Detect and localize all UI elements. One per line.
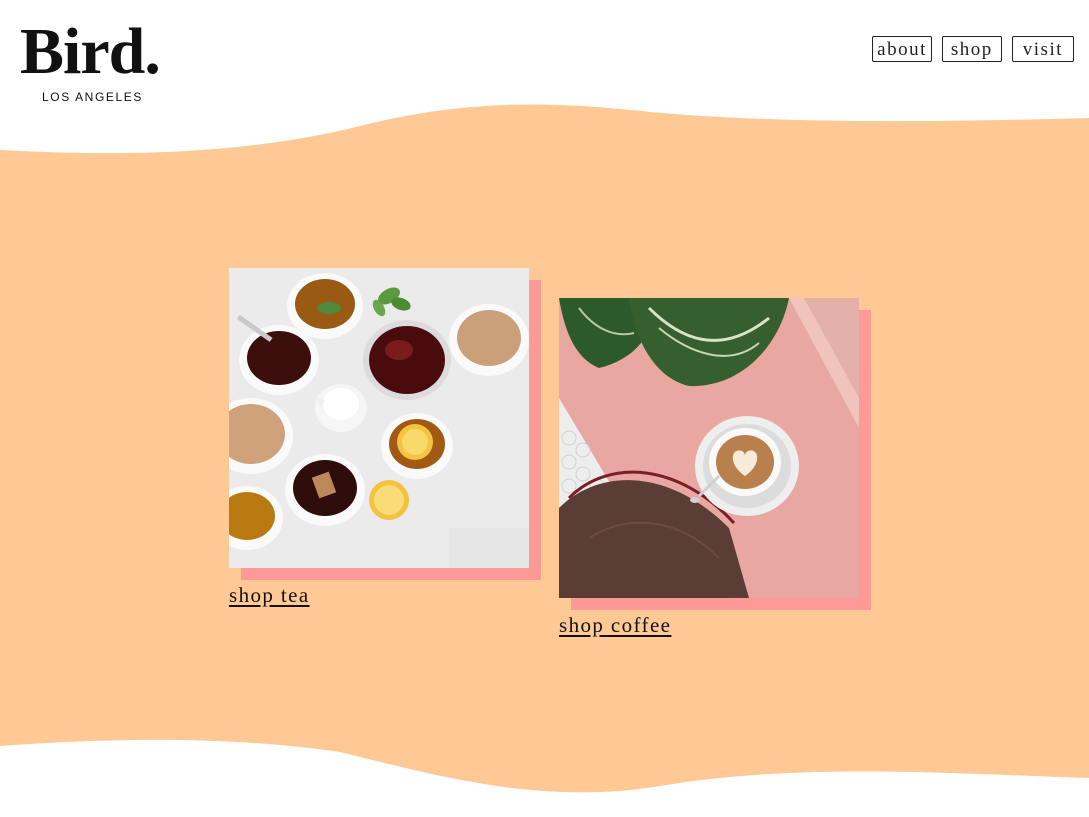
nav-visit-button[interactable]: visit — [1011, 36, 1074, 62]
shop-tea-link[interactable]: shop tea — [229, 583, 310, 608]
nav-about-button[interactable]: about — [872, 36, 932, 62]
tea-photo[interactable] — [229, 268, 529, 568]
latte-illustration — [559, 298, 859, 598]
page: Bird. LOS ANGELES about shop visit shop … — [0, 0, 1089, 817]
peach-wave-band — [0, 104, 1089, 793]
brand-logo[interactable]: Bird. LOS ANGELES — [20, 14, 190, 104]
nav-shop-button[interactable]: shop — [941, 36, 1002, 62]
brand-wordmark: Bird. — [20, 15, 161, 88]
coffee-card: shop coffee — [559, 298, 871, 638]
main-nav: about shop visit — [872, 36, 1074, 62]
tea-cups-illustration — [229, 268, 529, 568]
tea-card: shop tea — [229, 268, 541, 608]
shop-coffee-link[interactable]: shop coffee — [559, 613, 671, 638]
coffee-card-frame[interactable] — [559, 298, 871, 610]
coffee-photo[interactable] — [559, 298, 859, 598]
tea-card-frame[interactable] — [229, 268, 541, 580]
brand-tagline: LOS ANGELES — [42, 90, 143, 104]
